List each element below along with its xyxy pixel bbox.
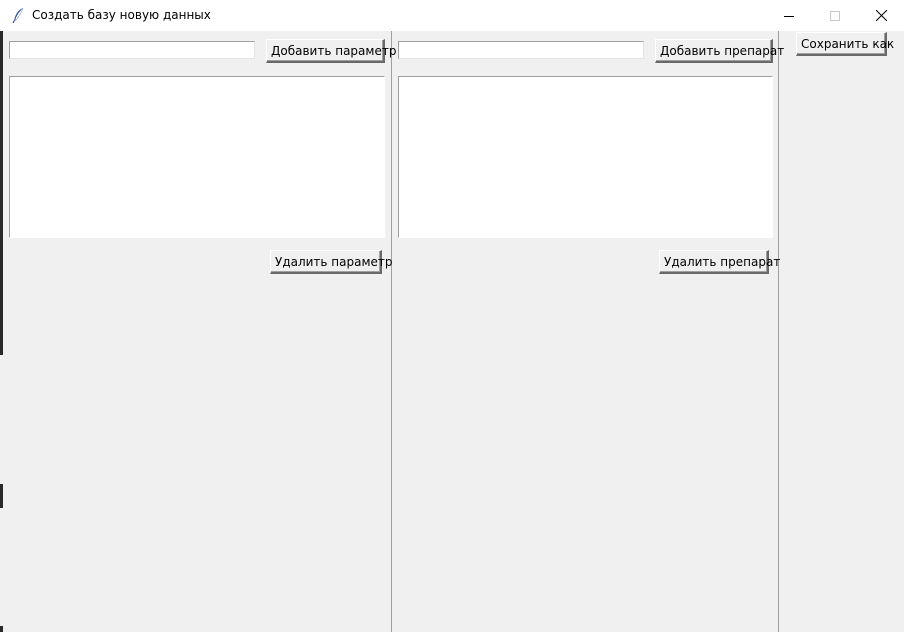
close-button[interactable]	[858, 0, 904, 31]
minimize-button[interactable]	[766, 0, 812, 31]
feather-icon	[12, 7, 24, 23]
background-edge	[0, 484, 3, 508]
close-icon	[875, 10, 887, 21]
save-as-button[interactable]: Сохранить как	[796, 32, 894, 56]
drug-listbox[interactable]	[398, 76, 773, 238]
delete-drug-button[interactable]: Удалить препарат	[659, 250, 780, 274]
parameter-input[interactable]	[9, 41, 255, 59]
window-title: Создать базу новую данных	[32, 8, 211, 22]
maximize-icon	[830, 10, 840, 21]
panel-divider	[391, 31, 392, 632]
drug-input[interactable]	[398, 41, 644, 59]
delete-parameter-button[interactable]: Удалить параметр	[270, 250, 393, 274]
panel-divider	[778, 31, 779, 632]
background-edge	[0, 626, 3, 632]
app-window: Создать базу новую данных Добавить парам…	[0, 0, 904, 632]
background-edge	[0, 31, 3, 355]
maximize-button[interactable]	[812, 0, 858, 31]
minimize-icon	[784, 15, 794, 17]
title-bar[interactable]: Создать базу новую данных	[0, 0, 904, 31]
parameter-listbox[interactable]	[9, 76, 385, 238]
add-drug-button[interactable]: Добавить препарат	[655, 39, 784, 63]
add-parameter-button[interactable]: Добавить параметр	[266, 39, 396, 63]
